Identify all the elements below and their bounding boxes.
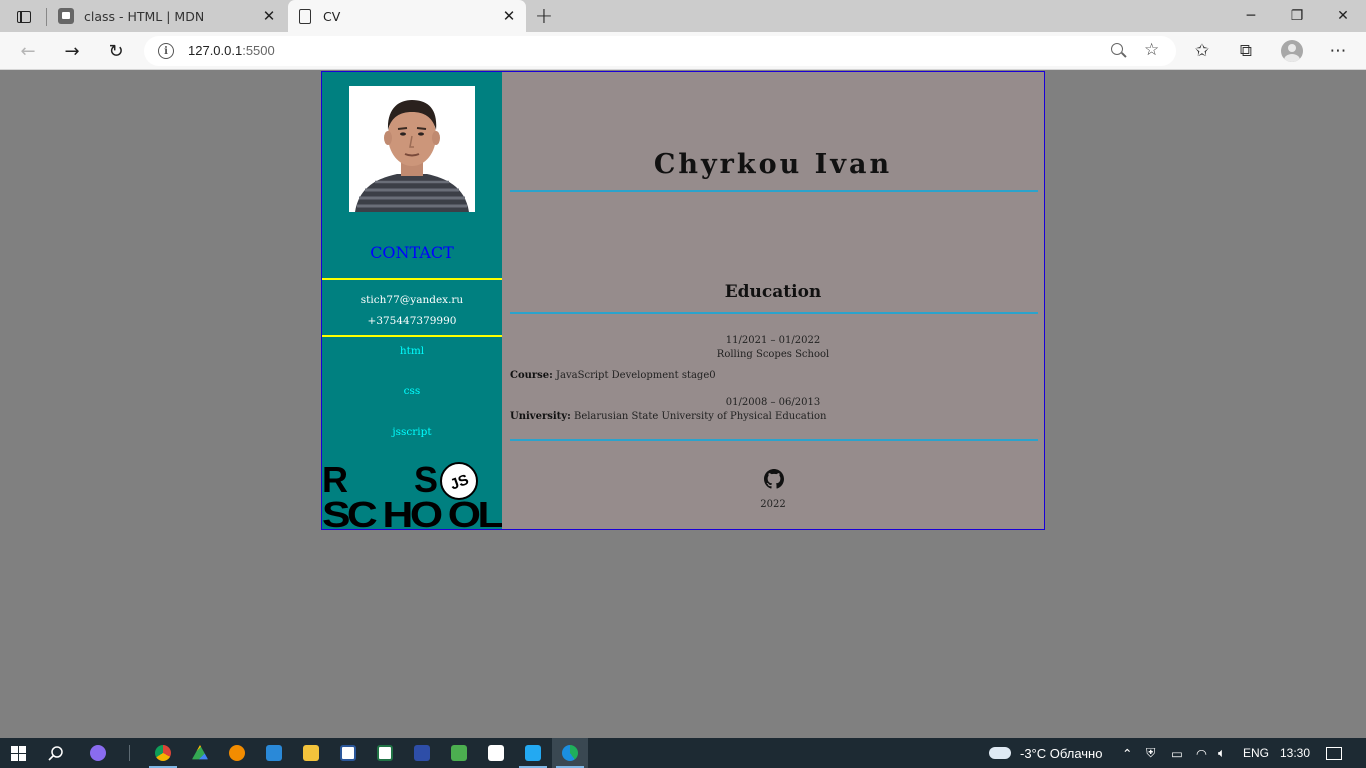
github-icon[interactable] [764,469,784,489]
todo-icon[interactable] [478,738,514,768]
profile-avatar-icon[interactable] [1281,40,1303,62]
education-date: 01/2008 – 06/2013 [725,397,821,408]
avast-icon[interactable] [219,738,255,768]
education-university: University: Belarusian State University … [510,411,826,422]
tab-title: class - HTML | MDN [84,8,205,24]
windows-start-icon[interactable] [0,738,36,768]
floppy-app-icon[interactable] [404,738,440,768]
course-label: Course: [510,370,553,381]
rs-school-logo[interactable]: R S SC HO OL JS [322,460,502,529]
skill-jsscript: jsscript [392,426,432,438]
restore-icon[interactable]: ❐ [1274,0,1320,32]
cortana-icon[interactable] [80,738,116,768]
contact-divider-bottom [322,335,502,337]
language-indicator[interactable]: ENG [1243,738,1269,768]
education-date: 11/2021 – 01/2022 [725,335,821,346]
battery-icon[interactable]: ▭ [1171,738,1183,768]
cv-name: Chyrkou Ivan [653,149,893,180]
education-divider [510,312,1038,314]
edge-icon[interactable] [552,738,588,768]
file-explorer-icon[interactable] [293,738,329,768]
document-icon [299,8,311,24]
taskbar-separator [126,738,132,768]
browser-toolbar: ← → ↻ i 127.0.0.1:5500 ☆ ✩ ⧉ ⋯ [0,32,1366,70]
notifications-icon[interactable] [1326,738,1342,768]
contact-email[interactable]: stich77@yandex.ru [322,294,502,306]
mail-icon[interactable] [256,738,292,768]
site-info-icon[interactable]: i [158,43,174,59]
cv-main: Chyrkou Ivan Education 11/2021 – 01/2022… [502,72,1044,529]
weather-text[interactable]: -3°C Облачно [1020,738,1102,768]
mdn-favicon-icon [58,8,74,24]
course-value: JavaScript Development stage0 [556,370,716,381]
new-tab-button[interactable]: + [532,3,556,29]
close-icon[interactable]: ✕ [498,5,520,27]
profile-photo [349,86,475,212]
contact-title: CONTACT [370,243,454,262]
weather-cloud-icon[interactable] [985,738,1015,768]
favorites-icon[interactable]: ✩ [1191,40,1213,62]
url-host: 127.0.0.1 [188,43,243,58]
url-text[interactable]: 127.0.0.1:5500 [188,43,275,58]
word-icon[interactable] [330,738,366,768]
contact-divider-top [322,278,502,280]
minimize-icon[interactable]: ─ [1228,0,1274,32]
google-drive-icon[interactable] [182,738,218,768]
tab-cv[interactable]: CV ✕ [288,0,526,32]
close-icon[interactable]: ✕ [258,5,280,27]
windows-taskbar: -3°C Облачно ⌃ ⛨ ▭ ◠ 🔈︎ ENG 13:30 [0,738,1366,768]
search-icon[interactable] [38,738,74,768]
cv-sidebar: CONTACT stich77@yandex.ru +375447379990 … [322,72,502,529]
volume-icon[interactable]: 🔈︎ [1218,738,1226,768]
add-favorite-icon[interactable]: ☆ [1144,40,1159,60]
contact-phone[interactable]: +375447379990 [322,315,502,327]
back-arrow-icon[interactable]: ← [14,38,42,64]
chrome-icon[interactable] [145,738,181,768]
forward-arrow-icon[interactable]: → [58,38,86,64]
browser-tab-strip: class - HTML | MDN ✕ CV ✕ + ─ ❐ ✕ [0,0,1366,32]
vscode-icon[interactable] [515,738,551,768]
university-value: Belarusian State University of Physical … [573,411,827,422]
address-bar[interactable]: i 127.0.0.1:5500 ☆ [144,36,1176,66]
url-port: :5500 [242,43,275,58]
wifi-icon[interactable]: ◠ [1196,738,1207,768]
footer-divider [510,439,1038,441]
tab-title: CV [323,8,341,24]
window-controls: ─ ❐ ✕ [1228,0,1366,32]
logo-school-text: SC HO OL [322,494,502,529]
footer-year: 2022 [760,499,786,510]
collections-icon[interactable]: ⧉ [1235,40,1257,62]
clock-time[interactable]: 13:30 [1280,738,1310,768]
university-label: University: [510,411,571,422]
tab-separator [46,8,47,26]
chevron-up-icon[interactable]: ⌃ [1122,738,1132,768]
skill-css: css [403,385,421,397]
education-course: Course: JavaScript Development stage0 [510,370,716,381]
cv-container: CONTACT stich77@yandex.ru +375447379990 … [321,71,1045,530]
education-title: Education [724,282,822,302]
refresh-icon[interactable]: ↻ [102,38,130,64]
shield-icon[interactable]: ⛨ [1146,738,1155,768]
zoom-out-icon[interactable] [1110,42,1128,60]
window-close-icon[interactable]: ✕ [1320,0,1366,32]
tab-actions-icon[interactable] [8,6,40,28]
skill-html: html [399,345,425,357]
education-school: Rolling Scopes School [716,349,830,360]
excel-icon[interactable] [367,738,403,768]
more-options-icon[interactable]: ⋯ [1327,40,1349,62]
name-divider [510,190,1038,192]
store-icon[interactable] [441,738,477,768]
tab-mdn[interactable]: class - HTML | MDN ✕ [50,0,286,32]
